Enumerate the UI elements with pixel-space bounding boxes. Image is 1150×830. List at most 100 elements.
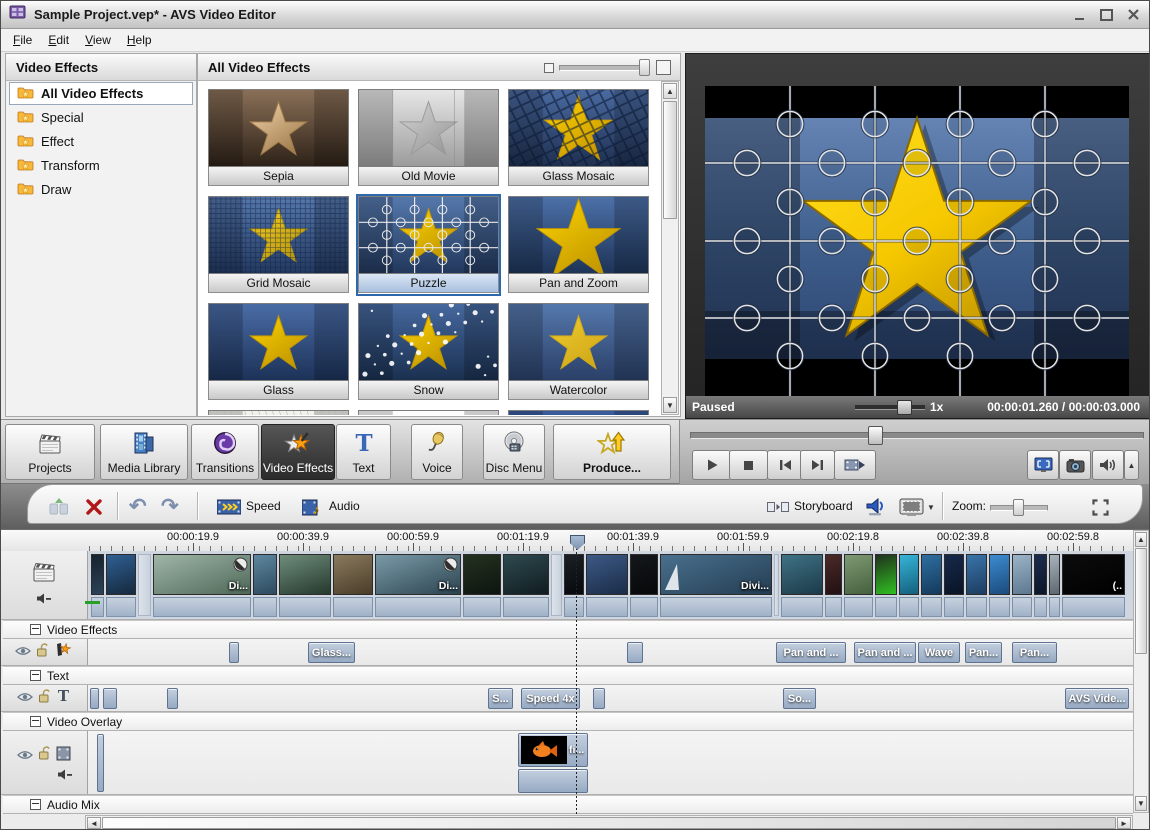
audio-cell[interactable]: [1012, 597, 1032, 617]
effect-clip-pan-and[interactable]: Pan and ...: [854, 642, 916, 663]
clip-gap[interactable]: [551, 554, 562, 616]
overlay-fish-clip[interactable]: fi...: [518, 733, 588, 767]
overlay-track-header[interactable]: [1, 731, 88, 794]
video-clip[interactable]: [463, 554, 501, 595]
section-video-effects[interactable]: Video Effects: [3, 620, 1133, 639]
audio-cell[interactable]: [899, 597, 919, 617]
effect-thumbnail[interactable]: [508, 196, 649, 274]
effect-thumbnail[interactable]: [358, 196, 499, 274]
video-clip[interactable]: [1012, 554, 1032, 595]
scroll-down-icon[interactable]: ▼: [663, 397, 677, 413]
minimize-button[interactable]: [1069, 7, 1089, 23]
effect-pan-and-zoom[interactable]: Pan and Zoom: [508, 196, 649, 294]
text-clip[interactable]: [167, 688, 178, 709]
video-clip[interactable]: [279, 554, 331, 595]
text-clip-speed-4x[interactable]: Speed 4x: [521, 688, 580, 709]
audio-cell[interactable]: [153, 597, 251, 617]
audio-cell[interactable]: [333, 597, 373, 617]
storyboard-toggle[interactable]: [767, 495, 789, 519]
video-clip[interactable]: [844, 554, 873, 595]
eye-icon[interactable]: [17, 747, 33, 765]
video-clip[interactable]: Di...: [153, 554, 251, 595]
category-effect[interactable]: Effect: [9, 130, 193, 153]
nav-produce[interactable]: Produce...: [553, 424, 671, 480]
nav-projects[interactable]: Projects: [5, 424, 95, 480]
audio-label[interactable]: Audio: [329, 499, 360, 513]
audio-mixer-button[interactable]: [865, 495, 887, 519]
thumb-size-large-icon[interactable]: [656, 60, 671, 75]
audio-cell[interactable]: [630, 597, 658, 617]
audio-cell[interactable]: [844, 597, 873, 617]
video-clip[interactable]: [989, 554, 1010, 595]
video-clip[interactable]: [1034, 554, 1047, 595]
scroll-up-icon[interactable]: ▲: [663, 83, 677, 99]
section-audio-mix[interactable]: Audio Mix: [3, 795, 1133, 814]
fullscreen-button[interactable]: [1027, 450, 1059, 480]
video-clip[interactable]: [564, 554, 584, 595]
stop-button[interactable]: [729, 450, 768, 480]
effect-clip-pan[interactable]: Pan...: [965, 642, 1002, 663]
effect-grid-mosaic[interactable]: Grid Mosaic: [208, 196, 349, 294]
speed-slider-handle[interactable]: [897, 400, 912, 415]
effect-clip-glass[interactable]: Glass...: [308, 642, 355, 663]
audio-cell[interactable]: [1062, 597, 1125, 617]
audio-cell[interactable]: [564, 597, 584, 617]
video-clip[interactable]: [106, 554, 136, 595]
display-mode-button[interactable]: [899, 495, 924, 519]
effect-thumbnail[interactable]: [508, 89, 649, 167]
effect-clip[interactable]: [627, 642, 643, 663]
titlebar[interactable]: Sample Project.vep* - AVS Video Editor: [1, 1, 1150, 29]
snapshot-button[interactable]: [1059, 450, 1091, 480]
section-video-overlay[interactable]: Video Overlay: [3, 712, 1133, 731]
effect-glass[interactable]: Glass: [208, 303, 349, 401]
video-clip[interactable]: [333, 554, 373, 595]
speed-slider[interactable]: [855, 405, 925, 410]
thumb-size-slider[interactable]: [559, 65, 649, 71]
timeline-vscrollbar[interactable]: ▲ ▼: [1133, 530, 1149, 813]
menu-view[interactable]: View: [77, 31, 119, 49]
video-clip[interactable]: [503, 554, 549, 595]
audio-cell[interactable]: [1034, 597, 1047, 617]
text-track-header[interactable]: T: [1, 685, 88, 711]
display-mode-dropdown-icon[interactable]: ▼: [927, 495, 935, 519]
redo-button[interactable]: ↷: [161, 495, 179, 519]
effect-sepia[interactable]: Sepia: [208, 89, 349, 187]
eye-icon[interactable]: [15, 643, 31, 661]
effect-thumbnail[interactable]: [358, 303, 499, 381]
audio-cell[interactable]: [1049, 597, 1060, 617]
previous-button[interactable]: [767, 450, 802, 480]
video-clip[interactable]: [253, 554, 277, 595]
menu-file[interactable]: File: [5, 31, 40, 49]
audio-cell[interactable]: [375, 597, 461, 617]
nav-media-library[interactable]: Media Library: [100, 424, 188, 480]
text-clip-avs-vide[interactable]: AVS Vide...: [1065, 688, 1129, 709]
next-button[interactable]: [800, 450, 835, 480]
nav-text[interactable]: TText: [336, 424, 391, 480]
text-clip[interactable]: [103, 688, 117, 709]
nav-video-effects[interactable]: Video Effects: [261, 424, 335, 480]
category-draw[interactable]: Draw: [9, 178, 193, 201]
audio-cell[interactable]: [503, 597, 549, 617]
audio-cell[interactable]: [944, 597, 964, 617]
audio-button[interactable]: ♪: [302, 495, 324, 519]
effect-thumbnail[interactable]: [508, 303, 649, 381]
effect-old-movie[interactable]: Old Movie: [358, 89, 499, 187]
video-clip[interactable]: [875, 554, 897, 595]
effect-thumbnail[interactable]: [208, 89, 349, 167]
close-button[interactable]: [1123, 7, 1143, 23]
scroll-up-icon[interactable]: ▲: [1135, 532, 1147, 547]
effect-clip-pan-and[interactable]: Pan and ...: [776, 642, 846, 663]
effect-partial[interactable]: [208, 410, 349, 415]
transition-icon[interactable]: [233, 557, 248, 577]
audio-cell[interactable]: [586, 597, 628, 617]
mute-speaker-icon[interactable]: [36, 591, 52, 609]
audio-cell[interactable]: [91, 597, 104, 617]
speed-button[interactable]: [217, 495, 241, 519]
vscrollbar-thumb[interactable]: [1135, 548, 1147, 654]
effect-partial[interactable]: [358, 410, 499, 415]
clip-gap[interactable]: [774, 554, 779, 616]
video-clip[interactable]: Divi...: [660, 554, 772, 595]
effect-watercolor[interactable]: Watercolor: [508, 303, 649, 401]
video-clip[interactable]: [921, 554, 942, 595]
seek-slider-handle[interactable]: [868, 426, 883, 445]
